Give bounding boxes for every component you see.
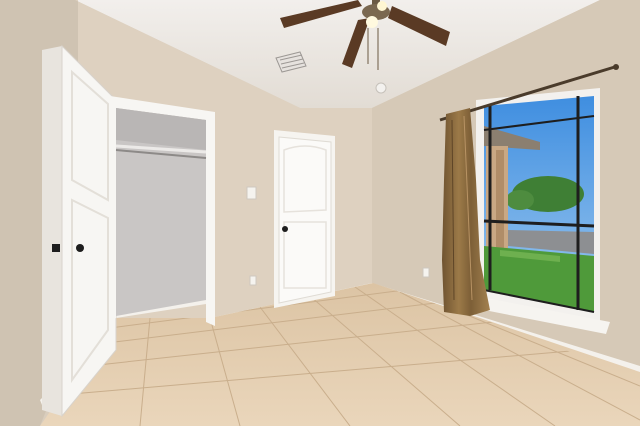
light-switch-icon bbox=[246, 186, 257, 200]
closed-door bbox=[274, 130, 335, 308]
smoke-detector-icon bbox=[375, 82, 387, 94]
closet bbox=[110, 96, 215, 326]
outlet-icon bbox=[249, 275, 257, 286]
window bbox=[474, 88, 610, 334]
open-door bbox=[42, 44, 117, 418]
outlet-icon bbox=[422, 267, 430, 278]
room-photo bbox=[0, 0, 640, 426]
door-knob-icon bbox=[282, 226, 288, 232]
door-knob-icon bbox=[76, 244, 84, 252]
